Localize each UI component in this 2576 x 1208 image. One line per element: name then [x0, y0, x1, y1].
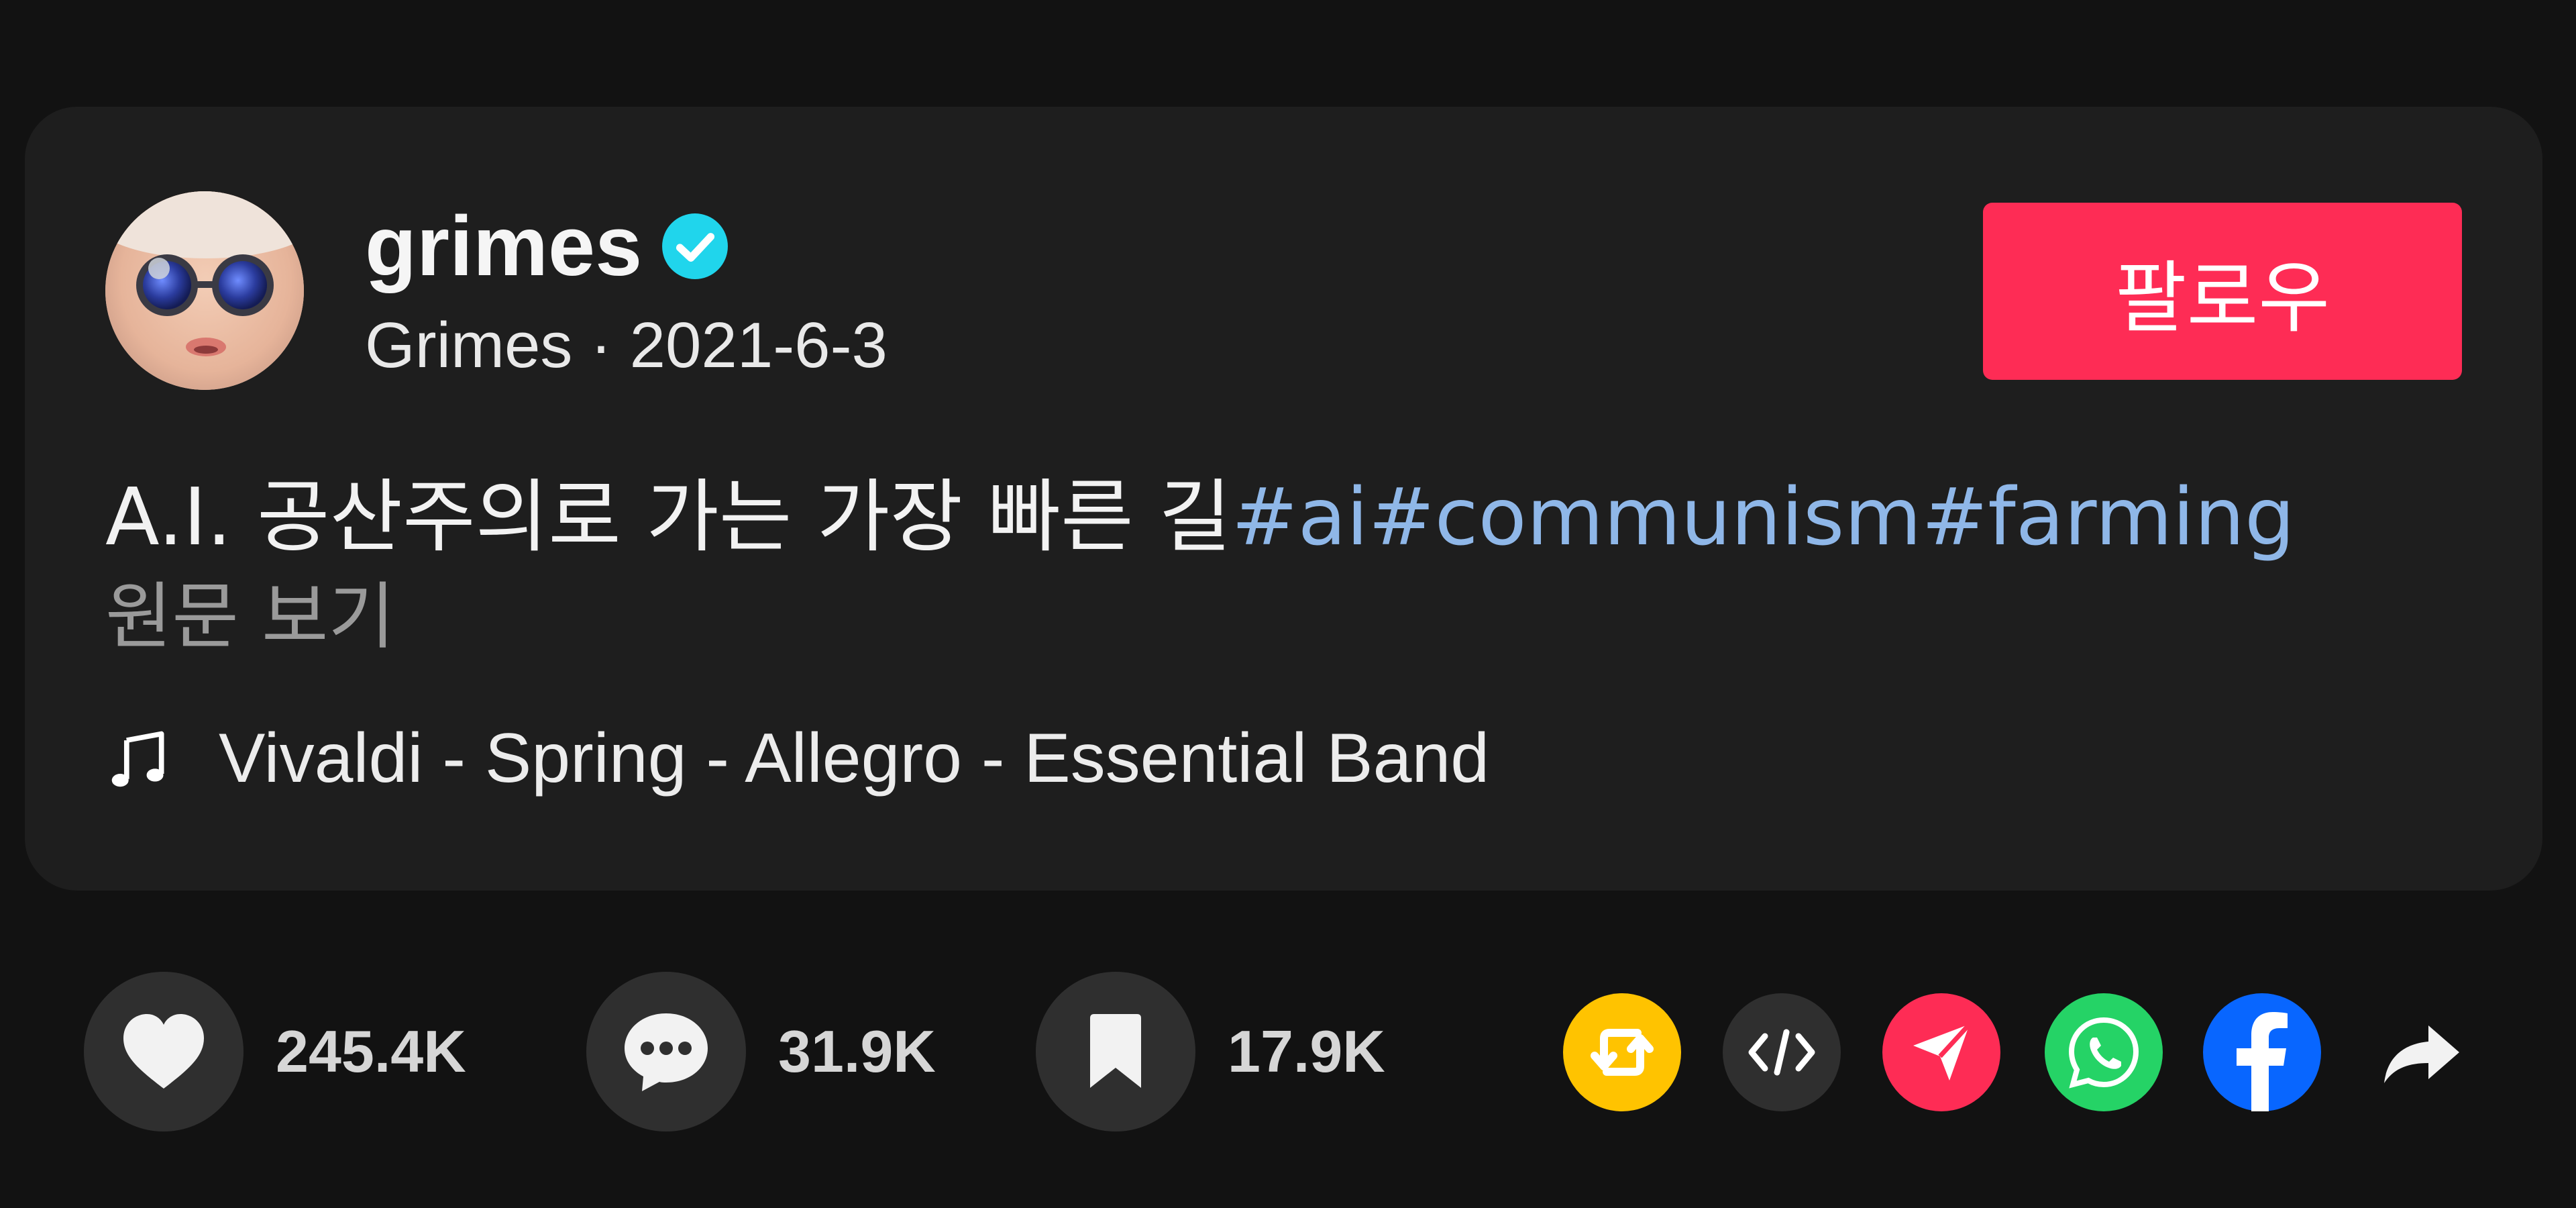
hashtag-ai[interactable]: #ai: [1232, 470, 1368, 563]
username[interactable]: grimes: [365, 204, 642, 289]
post-description: A.I. 공산주의로 가는 가장 빠른 길#ai#communism#farmi…: [105, 470, 2295, 565]
comment-icon: [625, 1013, 708, 1091]
save-button[interactable]: [1036, 972, 1195, 1131]
follow-button[interactable]: 팔로우: [1983, 203, 2462, 380]
comment-count: 31.9K: [778, 1018, 936, 1085]
music-note-icon: [111, 731, 164, 787]
comment-action: 31.9K: [586, 972, 936, 1131]
save-action: 17.9K: [1036, 972, 1385, 1131]
author-subline: Grimes · 2021-6-3: [365, 310, 888, 381]
more-share-button[interactable]: [2375, 1007, 2469, 1101]
like-button[interactable]: [84, 972, 244, 1131]
embed-icon: [1748, 1029, 1815, 1076]
post-date: 2021-6-3: [629, 309, 888, 381]
embed-button[interactable]: [1723, 993, 1841, 1111]
see-original-link[interactable]: 원문 보기: [105, 574, 395, 661]
music-row[interactable]: Vivaldi - Spring - Allegro - Essential B…: [107, 711, 1489, 805]
verified-badge-icon: [662, 213, 729, 279]
hashtag-communism[interactable]: #communism: [1368, 470, 1922, 563]
repost-button[interactable]: [1563, 993, 1681, 1111]
heart-icon: [123, 1014, 204, 1089]
save-count: 17.9K: [1228, 1018, 1385, 1085]
send-icon: [1913, 1022, 1972, 1080]
hashtag-farming[interactable]: #farming: [1921, 470, 2295, 563]
repost-icon: [1591, 1029, 1654, 1076]
send-button[interactable]: [1882, 993, 2000, 1111]
display-name: Grimes: [365, 309, 573, 381]
comment-button[interactable]: [586, 972, 746, 1131]
music-title: Vivaldi - Spring - Allegro - Essential B…: [219, 719, 1490, 797]
facebook-button[interactable]: [2203, 993, 2321, 1111]
avatar[interactable]: [105, 191, 304, 390]
bookmark-icon: [1090, 1014, 1141, 1088]
description-text: A.I. 공산주의로 가는 가장 빠른 길: [105, 470, 1232, 563]
separator: ·: [590, 309, 612, 381]
facebook-icon: [2237, 1012, 2288, 1111]
like-count: 245.4K: [276, 1018, 466, 1085]
whatsapp-button[interactable]: [2045, 993, 2163, 1111]
like-action: 245.4K: [84, 972, 466, 1131]
whatsapp-icon: [2068, 1017, 2139, 1089]
share-arrow-icon: [2384, 1025, 2459, 1083]
author-row: grimes: [365, 196, 729, 297]
